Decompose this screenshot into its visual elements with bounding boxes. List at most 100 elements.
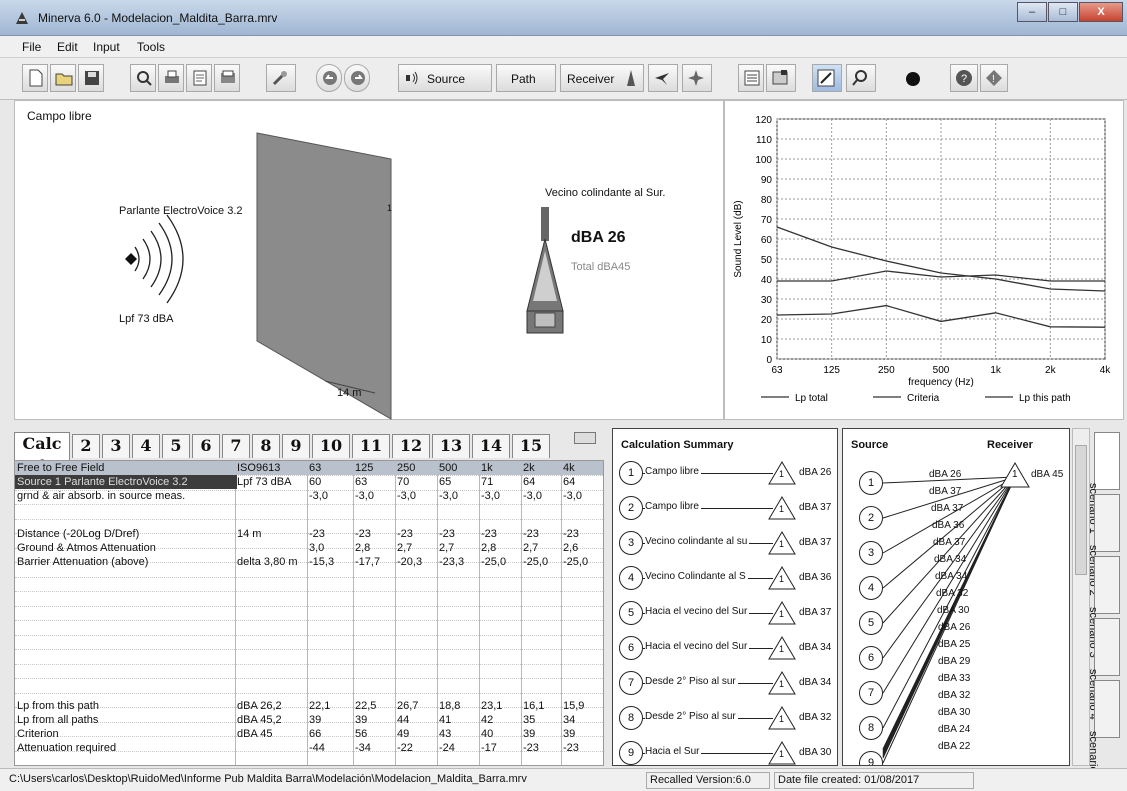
grid-row-cell[interactable]: [397, 503, 437, 517]
report-button[interactable]: [214, 64, 240, 92]
maximize-button[interactable]: □: [1048, 2, 1078, 22]
save-button[interactable]: [78, 64, 104, 92]
scene-view[interactable]: Campo libre Parlante ElectroVoice 3.2 Lp…: [14, 100, 724, 420]
receiver-button[interactable]: Receiver: [560, 64, 644, 92]
help-button[interactable]: ?: [950, 64, 978, 92]
grid-row-cell[interactable]: -3,0: [563, 489, 603, 503]
tab-scenario-4[interactable]: scenario 4: [1087, 618, 1120, 720]
grid-row-cell[interactable]: [439, 503, 479, 517]
vehicle-button[interactable]: [682, 64, 712, 92]
tab-calc-5[interactable]: 5: [162, 434, 190, 458]
grid-row-cell[interactable]: -23: [523, 527, 561, 541]
grid-row-cell[interactable]: 2,6: [563, 541, 603, 555]
grid-row-cell[interactable]: -23: [439, 527, 479, 541]
tab-calc-7[interactable]: 7: [222, 434, 250, 458]
grid-row-cell[interactable]: 65: [439, 475, 479, 489]
tab-calc-1[interactable]: Calc 1: [14, 432, 70, 475]
grid-summary-row-cell[interactable]: 22,5: [355, 699, 395, 713]
grid-row-cell[interactable]: [309, 503, 353, 517]
grid-summary-row-cell[interactable]: -23: [523, 741, 561, 755]
grid-row-cell[interactable]: -15,3: [309, 555, 353, 569]
source-node[interactable]: 2: [859, 506, 883, 530]
grid-summary-row-cell[interactable]: 66: [309, 727, 353, 741]
grid-row-cell[interactable]: -25,0: [481, 555, 521, 569]
grid-row-cell[interactable]: Lpf 73 dBA: [237, 475, 307, 489]
grid-row-cell[interactable]: -23: [563, 527, 603, 541]
summary-row[interactable]: 4 Vecino Colindante al S 1 dBA 36: [613, 562, 837, 596]
grid-summary-row-cell[interactable]: 43: [439, 727, 479, 741]
source-button[interactable]: Source: [398, 64, 492, 92]
grid-row-cell[interactable]: [237, 503, 307, 517]
grid-summary-row-cell[interactable]: 35: [523, 713, 561, 727]
grid-summary-row-cell[interactable]: 40: [481, 727, 521, 741]
redo-button[interactable]: [344, 64, 370, 92]
grid-header-cell[interactable]: 2k: [523, 461, 561, 475]
list-button[interactable]: [738, 64, 764, 92]
grid-summary-row-cell[interactable]: 49: [397, 727, 437, 741]
record-icon[interactable]: [906, 72, 920, 86]
tab-calc-10[interactable]: 10: [312, 434, 350, 458]
grid-header-cell[interactable]: 500: [439, 461, 479, 475]
grid-summary-row-cell[interactable]: -23: [563, 741, 603, 755]
source-node[interactable]: 5: [859, 611, 883, 635]
grid-summary-row-cell[interactable]: -24: [439, 741, 479, 755]
source-node[interactable]: 4: [859, 576, 883, 600]
grid-row-cell[interactable]: 60: [309, 475, 353, 489]
summary-row[interactable]: 5 Hacia el vecino del Sur 1 dBA 37: [613, 597, 837, 631]
table-button[interactable]: [766, 64, 796, 92]
grid-summary-row-cell[interactable]: dBA 45: [237, 727, 307, 741]
menu-tools[interactable]: Tools: [137, 40, 165, 54]
tab-calc-14[interactable]: 14: [472, 434, 510, 458]
new-button[interactable]: [22, 64, 48, 92]
summary-row[interactable]: 7 Desde 2° Piso al sur 1 dBA 34: [613, 667, 837, 701]
grid-summary-row-cell[interactable]: dBA 26,2: [237, 699, 307, 713]
grid-row-cell[interactable]: [237, 489, 307, 503]
tab-calc-3[interactable]: 3: [102, 434, 130, 458]
grid-summary-row-cell[interactable]: 15,9: [563, 699, 603, 713]
grid-row-cell[interactable]: -3,0: [523, 489, 561, 503]
source-node[interactable]: 8: [859, 716, 883, 740]
grid-row-cell[interactable]: 3,0: [309, 541, 353, 555]
calc-grid[interactable]: Free to Free Field ISO9613 63 125 250 500 1k 2k…: [14, 460, 604, 766]
grid-summary-row-cell[interactable]: 22,1: [309, 699, 353, 713]
tab-scenario-2[interactable]: scenario 2: [1087, 494, 1120, 596]
tab-scenario-3[interactable]: scenario 3: [1087, 556, 1120, 658]
grid-summary-row-cell[interactable]: 44: [397, 713, 437, 727]
export-button[interactable]: [186, 64, 212, 92]
tab-calc-6[interactable]: 6: [192, 434, 220, 458]
grid-row-cell[interactable]: -23: [397, 527, 437, 541]
tab-calc-13[interactable]: 13: [432, 434, 470, 458]
tab-scenario-1[interactable]: scenario 1: [1087, 432, 1120, 534]
grid-summary-row-cell[interactable]: [237, 741, 307, 755]
grid-row-cell[interactable]: -3,0: [397, 489, 437, 503]
draw-tool-button[interactable]: [812, 64, 842, 92]
grid-summary-row-cell[interactable]: 42: [481, 713, 521, 727]
grid-summary-row-cell[interactable]: -44: [309, 741, 353, 755]
tab-calc-15[interactable]: 15: [512, 434, 550, 458]
grid-header-cell[interactable]: 4k: [563, 461, 603, 475]
grid-row-cell[interactable]: -23: [355, 527, 395, 541]
grid-row-cell[interactable]: -23,3: [439, 555, 479, 569]
tab-calc-12[interactable]: 12: [392, 434, 430, 458]
grid-summary-row-cell[interactable]: 34: [563, 713, 603, 727]
grid-row-cell[interactable]: -23: [481, 527, 521, 541]
grid-summary-row-cell[interactable]: -22: [397, 741, 437, 755]
grid-row-cell[interactable]: [355, 503, 395, 517]
summary-row[interactable]: 1 Campo libre 1 dBA 26: [613, 457, 837, 491]
source-node[interactable]: 1: [859, 471, 883, 495]
grid-summary-row-cell[interactable]: 39: [523, 727, 561, 741]
grid-summary-row-cell[interactable]: -34: [355, 741, 395, 755]
grid-summary-row-cell[interactable]: -17: [481, 741, 521, 755]
grid-row-cell[interactable]: 2,8: [355, 541, 395, 555]
grid-row-cell[interactable]: 64: [563, 475, 603, 489]
source-node[interactable]: 7: [859, 681, 883, 705]
grid-row-cell[interactable]: -3,0: [481, 489, 521, 503]
zoom-button[interactable]: [846, 64, 876, 92]
grid-row-cell[interactable]: 2,7: [397, 541, 437, 555]
summary-row[interactable]: 9 Hacia el Sur 1 dBA 30: [613, 737, 837, 765]
grid-row-cell[interactable]: -17,7: [355, 555, 395, 569]
tab-calc-9[interactable]: 9: [282, 434, 310, 458]
grid-row-cell[interactable]: 71: [481, 475, 521, 489]
source-node[interactable]: 6: [859, 646, 883, 670]
grid-row-cell[interactable]: -25,0: [523, 555, 561, 569]
